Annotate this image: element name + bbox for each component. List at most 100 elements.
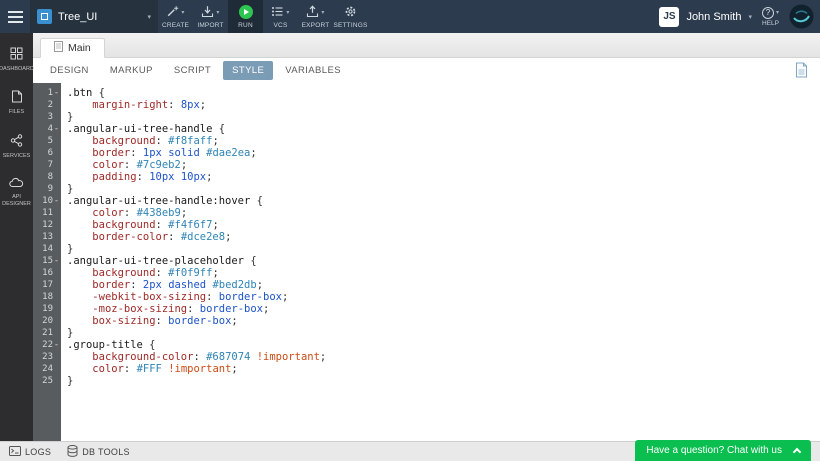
gutter-line[interactable]: 20: [33, 315, 61, 327]
gutter-line[interactable]: 11: [33, 207, 61, 219]
run-button[interactable]: RUN: [228, 0, 263, 33]
code-line[interactable]: .angular-ui-tree-placeholder {: [67, 255, 820, 267]
tab-label: Main: [68, 42, 91, 54]
gutter-line[interactable]: 10-: [33, 195, 61, 207]
import-button[interactable]: ▾ IMPORT: [193, 0, 228, 33]
gutter-line[interactable]: 23: [33, 351, 61, 363]
code-line[interactable]: color: #7c9eb2;: [67, 159, 820, 171]
gutter-line[interactable]: 3: [33, 111, 61, 123]
settings-button[interactable]: SETTINGS: [333, 0, 368, 33]
code-line[interactable]: }: [67, 375, 820, 387]
top-header: Tree_UI ▾ ▾ CREATE ▾: [0, 0, 820, 33]
sidebar-item-services[interactable]: SERVICES: [0, 134, 33, 160]
gutter-line[interactable]: 21: [33, 327, 61, 339]
user-avatar[interactable]: JS: [659, 7, 679, 27]
user-menu-chevron-icon[interactable]: ▾: [748, 13, 752, 21]
code-line[interactable]: margin-right: 8px;: [67, 99, 820, 111]
code-line[interactable]: }: [67, 327, 820, 339]
logs-button[interactable]: LOGS: [9, 446, 51, 458]
logs-icon: [9, 446, 21, 458]
code-editor[interactable]: .btn { margin-right: 8px;}.angular-ui-tr…: [61, 83, 820, 441]
chat-widget-button[interactable]: Have a question? Chat with us: [635, 440, 811, 461]
subtab-variables[interactable]: VARIABLES: [276, 61, 350, 80]
sidebar-item-dashboard[interactable]: DASHBOARD: [0, 47, 33, 73]
gutter-line[interactable]: 14: [33, 243, 61, 255]
gutter-line[interactable]: 25: [33, 375, 61, 387]
code-line[interactable]: color: #FFF !important;: [67, 363, 820, 375]
gutter-line[interactable]: 8: [33, 171, 61, 183]
gutter-line[interactable]: 5: [33, 135, 61, 147]
gutter-line[interactable]: 18: [33, 291, 61, 303]
vcs-label: VCS: [274, 22, 288, 29]
subtab-style[interactable]: STYLE: [223, 61, 273, 80]
editor-subtabs: DESIGN MARKUP SCRIPT STYLE VARIABLES: [33, 58, 820, 83]
subtab-design[interactable]: DESIGN: [41, 61, 98, 80]
gutter-line[interactable]: 1-: [33, 87, 61, 99]
hamburger-menu-icon[interactable]: [0, 0, 30, 33]
gutter-line[interactable]: 17: [33, 279, 61, 291]
gutter-line[interactable]: 4-: [33, 123, 61, 135]
gutter-line[interactable]: 16: [33, 267, 61, 279]
chevron-down-icon: ▾: [286, 9, 289, 16]
code-line[interactable]: }: [67, 243, 820, 255]
code-line[interactable]: background-color: #687074 !important;: [67, 351, 820, 363]
subtab-script[interactable]: SCRIPT: [165, 61, 220, 80]
create-button[interactable]: ▾ CREATE: [158, 0, 193, 33]
code-line[interactable]: color: #438eb9;: [67, 207, 820, 219]
sidebar-item-files[interactable]: FILES: [0, 90, 33, 116]
export-icon: [306, 5, 319, 20]
chat-label: Have a question? Chat with us: [646, 445, 782, 456]
gutter-line[interactable]: 22-: [33, 339, 61, 351]
help-button[interactable]: ? ▾ HELP: [759, 7, 782, 27]
code-line[interactable]: padding: 10px 10px;: [67, 171, 820, 183]
project-selector[interactable]: Tree_UI ▾: [30, 0, 158, 33]
code-line[interactable]: .btn {: [67, 87, 820, 99]
code-line[interactable]: border: 2px dashed #bed2db;: [67, 279, 820, 291]
gutter-line[interactable]: 12: [33, 219, 61, 231]
gutter-line[interactable]: 13: [33, 231, 61, 243]
tab-main[interactable]: Main: [40, 38, 105, 58]
code-line[interactable]: background: #f4f6f7;: [67, 219, 820, 231]
code-line[interactable]: .group-title {: [67, 339, 820, 351]
gutter-line[interactable]: 2: [33, 99, 61, 111]
db-tools-label: DB TOOLS: [82, 447, 130, 457]
vcs-button[interactable]: ▾ VCS: [263, 0, 298, 33]
db-tools-button[interactable]: DB TOOLS: [67, 445, 130, 459]
code-line[interactable]: border-color: #dce2e8;: [67, 231, 820, 243]
user-zone: JS John Smith ▾ ? ▾ HELP: [659, 0, 820, 33]
code-line[interactable]: background: #f0f9ff;: [67, 267, 820, 279]
gutter-line[interactable]: 7: [33, 159, 61, 171]
brand-logo-icon[interactable]: [789, 4, 814, 29]
sidebar-item-api-designer[interactable]: API DESIGNER: [0, 177, 33, 208]
code-line[interactable]: }: [67, 111, 820, 123]
vcs-list-icon: [271, 5, 284, 20]
subtab-markup[interactable]: MARKUP: [101, 61, 162, 80]
gutter-line[interactable]: 19: [33, 303, 61, 315]
main-toolbar: ▾ CREATE ▾ IMPORT RUN: [158, 0, 368, 33]
fold-toggle-icon: -: [53, 124, 60, 134]
app-window: Tree_UI ▾ ▾ CREATE ▾: [0, 0, 820, 461]
chevron-down-icon: ▾: [181, 9, 184, 16]
code-line[interactable]: .angular-ui-tree-handle {: [67, 123, 820, 135]
gutter-line[interactable]: 24: [33, 363, 61, 375]
run-label: RUN: [238, 22, 253, 29]
question-icon: ?: [762, 7, 774, 19]
code-line[interactable]: }: [67, 183, 820, 195]
tab-strip: Main: [33, 33, 820, 58]
code-line[interactable]: -moz-box-sizing: border-box;: [67, 303, 820, 315]
format-document-icon[interactable]: [795, 62, 808, 83]
fold-toggle-icon: -: [53, 88, 60, 98]
code-line[interactable]: box-sizing: border-box;: [67, 315, 820, 327]
gutter-line[interactable]: 9: [33, 183, 61, 195]
code-line[interactable]: .angular-ui-tree-handle:hover {: [67, 195, 820, 207]
gutter-line[interactable]: 15-: [33, 255, 61, 267]
gear-icon: [344, 5, 357, 20]
database-icon: [67, 445, 78, 459]
code-editor-pane: 1-234-5678910-1112131415-16171819202122-…: [33, 83, 820, 441]
code-line[interactable]: border: 1px solid #dae2ea;: [67, 147, 820, 159]
code-line[interactable]: -webkit-box-sizing: border-box;: [67, 291, 820, 303]
editor-gutter[interactable]: 1-234-5678910-1112131415-16171819202122-…: [33, 83, 61, 441]
export-button[interactable]: ▾ EXPORT: [298, 0, 333, 33]
gutter-line[interactable]: 6: [33, 147, 61, 159]
code-line[interactable]: background: #f8faff;: [67, 135, 820, 147]
